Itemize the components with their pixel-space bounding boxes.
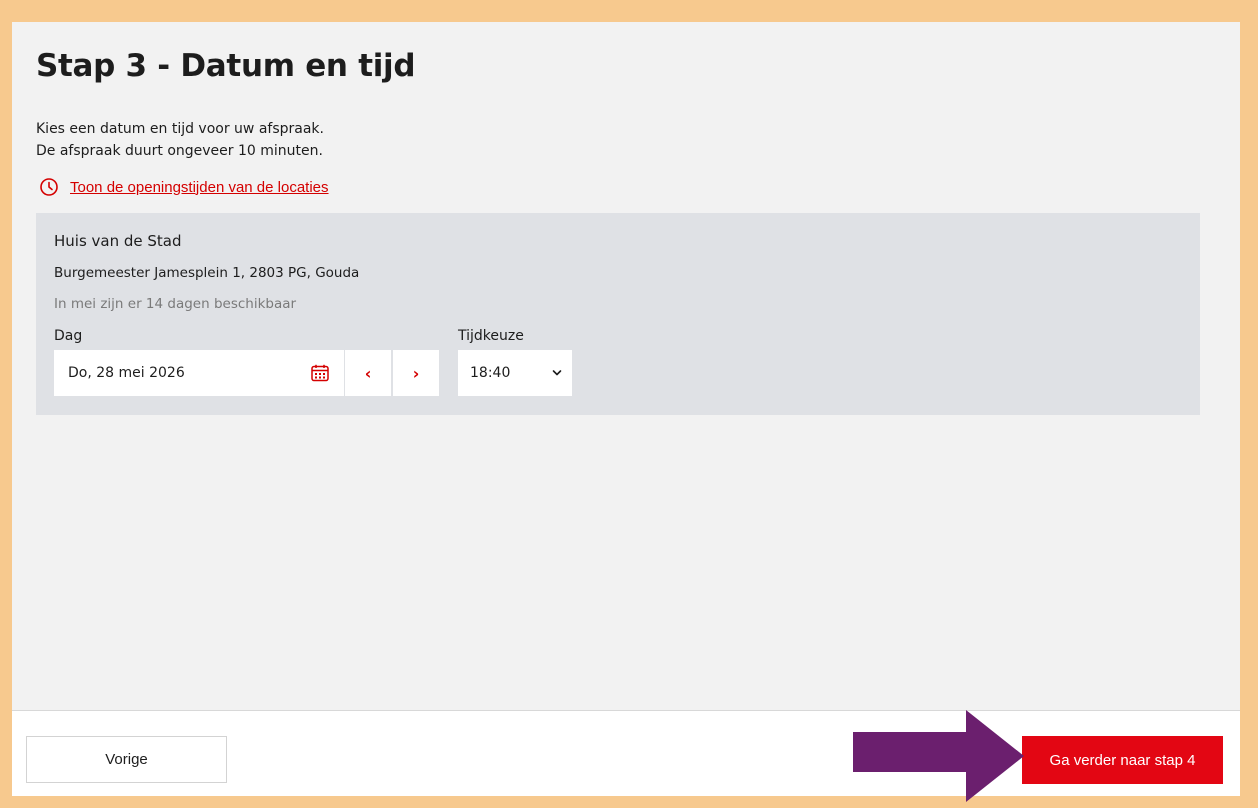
intro-text: Kies een datum en tijd voor uw afspraak.…	[36, 118, 324, 162]
chevron-right-icon: ›	[412, 363, 420, 383]
page-frame: Stap 3 - Datum en tijd Kies een datum en…	[12, 22, 1240, 796]
date-input[interactable]: Do, 28 mei 2026	[54, 350, 344, 396]
next-day-button[interactable]: ›	[393, 350, 439, 396]
next-step-button[interactable]: Ga verder naar stap 4	[1022, 736, 1223, 784]
chevron-left-icon: ‹	[364, 363, 372, 383]
date-value: Do, 28 mei 2026	[68, 365, 185, 381]
day-label: Dag	[54, 328, 83, 344]
location-name: Huis van de Stad	[54, 232, 182, 250]
availability-text: In mei zijn er 14 dagen beschikbaar	[54, 296, 297, 312]
page-title: Stap 3 - Datum en tijd	[36, 48, 416, 84]
previous-day-button[interactable]: ‹	[345, 350, 391, 396]
previous-button[interactable]: Vorige	[26, 736, 227, 783]
opening-hours-link[interactable]: Toon de openingstijden van de locaties	[39, 177, 329, 197]
time-select[interactable]: 18:40	[458, 350, 572, 396]
opening-hours-link-label: Toon de openingstijden van de locaties	[70, 178, 329, 196]
chevron-down-icon	[552, 370, 562, 376]
calendar-icon[interactable]	[310, 363, 330, 383]
time-label: Tijdkeuze	[458, 328, 524, 344]
footer-bar: Vorige Ga verder naar stap 4	[12, 710, 1240, 796]
time-value: 18:40	[470, 365, 511, 381]
intro-line-1: Kies een datum en tijd voor uw afspraak.	[36, 121, 324, 137]
location-card: Huis van de Stad Burgemeester Jamesplein…	[36, 213, 1200, 415]
intro-line-2: De afspraak duurt ongeveer 10 minuten.	[36, 143, 323, 159]
annotation-arrow	[853, 710, 1024, 802]
clock-icon	[40, 178, 58, 196]
location-address: Burgemeester Jamesplein 1, 2803 PG, Goud…	[54, 265, 360, 281]
